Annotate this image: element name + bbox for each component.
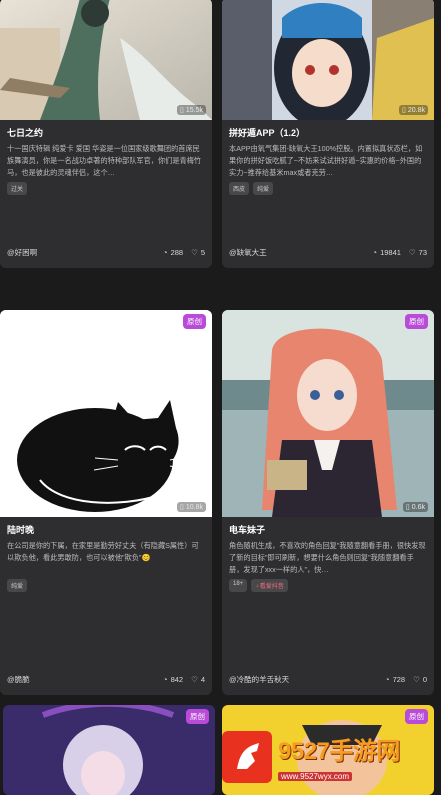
card-title: 陆时晚: [7, 525, 35, 535]
card-description: 十一国庆特辑 纯爱卡 爱国 华姿是一位国家级歌舞团的首席民族舞演员，你是一名战功…: [7, 144, 202, 177]
watermark-url: www.9527wyx.com: [278, 771, 353, 781]
author-name[interactable]: @好困啊: [7, 247, 155, 258]
original-badge: 原创: [405, 314, 428, 329]
card-title: 拼好遁APP（1.2）: [229, 128, 306, 138]
tag[interactable]: 纯爱: [7, 579, 28, 592]
like-count: 5: [200, 248, 205, 257]
original-badge: 原创: [405, 709, 428, 724]
view-count: ▯ 15.5k: [177, 105, 206, 115]
character-card[interactable]: ▯ 15.5k 七日之约 十一国庆特辑 纯爱卡 爱国 华姿是一位国家级歌舞团的首…: [0, 0, 212, 268]
tag[interactable]: 纯爱: [253, 182, 274, 195]
heart-icon[interactable]: ♡: [413, 675, 420, 684]
card-title: 电车妹子: [229, 525, 266, 535]
heart-icon[interactable]: ♡: [191, 675, 198, 684]
tag[interactable]: 西皮: [229, 182, 250, 195]
heart-icon[interactable]: ♡: [191, 248, 198, 257]
card-description: 本APP由氧气集团-缺氧大王100%控股。内置拟真状态栏，如果你的拼好饭吃腻了~…: [229, 144, 423, 177]
card-title: 七日之约: [7, 128, 44, 138]
card-cover-image: ▯ 15.5k: [0, 0, 212, 120]
phone-icon: ▯: [405, 504, 410, 511]
original-badge: 原创: [186, 709, 209, 724]
like-count: 4: [200, 675, 205, 684]
chat-bubble-icon: ◔: [385, 675, 390, 684]
character-card[interactable]: 原创 ▯ 10.8k 陆时晚 在公司是你的下属，在家里是勤劳好丈夫（有隐藏S属性…: [0, 310, 212, 695]
card-description: 在公司是你的下属，在家里是勤劳好丈夫（有隐藏S属性）可以欺负他，看此男敢防，也可…: [7, 541, 199, 562]
author-name[interactable]: @缺氧大王: [229, 247, 365, 258]
chat-count: 19841: [380, 248, 401, 257]
phone-icon: ▯: [180, 107, 184, 114]
author-name[interactable]: @冷酷的羊舌秋天: [229, 674, 377, 685]
like-count: 73: [418, 248, 427, 257]
phone-icon: ▯: [180, 504, 184, 511]
tag[interactable]: 18+: [229, 579, 248, 592]
chat-count: 842: [170, 675, 184, 684]
card-cover-image: 原创 ▯ 10.8k: [0, 310, 212, 517]
character-card[interactable]: ▯ 20.8k 拼好遁APP（1.2） 本APP由氧气集团-缺氧大王100%控股…: [222, 0, 434, 268]
card-cover-image: 原创: [3, 705, 215, 795]
character-card[interactable]: 原创 ▯ 0.6k 电车妹子 角色随机生成，不喜欢的角色回复"我随意翻看手册，很…: [222, 310, 434, 695]
card-cover-image: ▯ 20.8k: [222, 0, 434, 120]
original-badge: 原创: [183, 314, 206, 329]
chat-bubble-icon: ◔: [163, 675, 168, 684]
view-count: ▯ 0.6k: [402, 502, 428, 512]
chat-count: 728: [392, 675, 406, 684]
horse-logo-icon: [222, 731, 272, 783]
chat-bubble-icon: ◔: [372, 248, 378, 257]
view-count: ▯ 20.8k: [399, 105, 428, 115]
tag[interactable]: ♀看爱抖音: [251, 579, 288, 592]
watermark-title: 9527手游网: [278, 737, 400, 765]
author-name[interactable]: @脆脆: [7, 674, 155, 685]
heart-icon[interactable]: ♡: [409, 248, 416, 257]
phone-icon: ▯: [402, 107, 406, 114]
chat-bubble-icon: ◔: [163, 248, 168, 257]
tag[interactable]: 过关: [7, 182, 28, 195]
chat-count: 288: [170, 248, 184, 257]
card-cover-image: 原创 ▯ 0.6k: [222, 310, 434, 517]
view-count: ▯ 10.8k: [177, 502, 206, 512]
site-watermark: 9527手游网 www.9527wyx.com: [222, 724, 436, 790]
card-description: 角色随机生成，不喜欢的角色回复"我随意翻看手册，很快发现了新的目标"即可刷新，想…: [229, 541, 426, 574]
character-card[interactable]: 原创: [3, 705, 215, 795]
like-count: 0: [422, 675, 427, 684]
